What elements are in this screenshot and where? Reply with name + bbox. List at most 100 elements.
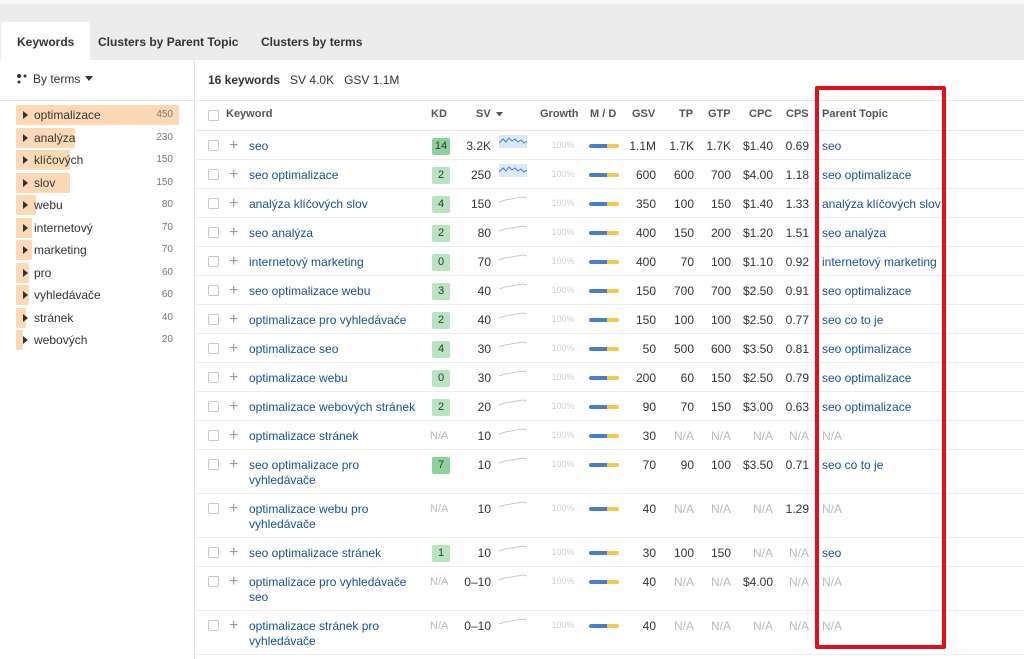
keyword-link[interactable]: seo optimalizace pro vyhledávače <box>249 458 419 488</box>
keyword-link[interactable]: seo <box>249 139 419 154</box>
add-keyword-icon[interactable]: + <box>229 312 238 328</box>
row-checkbox[interactable] <box>208 503 219 514</box>
add-keyword-icon[interactable]: + <box>229 225 238 241</box>
term-label: pro <box>34 265 52 280</box>
parent-topic-link[interactable]: seo optimalizace <box>822 342 911 356</box>
row-checkbox[interactable] <box>208 620 219 631</box>
add-keyword-icon[interactable]: + <box>229 196 238 212</box>
keyword-link[interactable]: optimalizace pro vyhledávače seo <box>249 575 419 605</box>
keyword-link[interactable]: optimalizace pro vyhledávače <box>249 313 419 328</box>
row-checkbox[interactable] <box>208 576 219 587</box>
add-keyword-icon[interactable]: + <box>229 370 238 386</box>
tab-keywords[interactable]: Keywords <box>1 22 91 64</box>
parent-topic-link[interactable]: seo optimalizace <box>822 168 911 182</box>
group-by-dropdown[interactable]: By terms <box>16 72 94 86</box>
trend-sparkline <box>499 254 527 261</box>
sidebar-item-term[interactable]: optimalizace 450 <box>16 105 179 125</box>
keyword-link[interactable]: optimalizace stránek <box>249 429 419 444</box>
tab-clusters-parent-topic[interactable]: Clusters by Parent Topic <box>98 22 238 64</box>
sidebar-item-term[interactable]: analýza 230 <box>16 127 179 148</box>
keyword-link[interactable]: optimalizace webu <box>249 371 419 386</box>
keyword-link[interactable]: seo optimalizace stránek <box>249 546 419 561</box>
parent-topic-link[interactable]: seo optimalizace <box>822 371 911 385</box>
row-checkbox[interactable] <box>208 314 219 325</box>
cell-sv: 30 <box>477 371 491 385</box>
keyword-link[interactable]: optimalizace webových stránek <box>249 400 419 415</box>
col-sv-header[interactable]: SV <box>476 108 503 128</box>
trend-sparkline <box>499 225 527 232</box>
cell-cps: 0.63 <box>785 400 809 414</box>
keyword-link[interactable]: seo analýza <box>249 226 419 241</box>
add-keyword-icon[interactable]: + <box>229 457 238 473</box>
row-checkbox[interactable] <box>208 169 219 180</box>
term-count: 70 <box>161 244 173 255</box>
md-bar <box>589 231 619 235</box>
row-checkbox[interactable] <box>208 547 219 558</box>
keyword-link[interactable]: seo optimalizace <box>249 168 419 183</box>
sidebar-item-term[interactable]: pro 60 <box>16 262 179 283</box>
keyword-link[interactable]: internetový marketing <box>249 255 419 270</box>
row-checkbox[interactable] <box>208 227 219 238</box>
tab-clusters-terms[interactable]: Clusters by terms <box>261 22 362 64</box>
col-gsv-header[interactable]: GSV <box>632 108 655 128</box>
keyword-link[interactable]: optimalizace stránek pro vyhledávače <box>249 619 419 649</box>
col-growth-header[interactable]: Growth <box>540 108 579 128</box>
sidebar-item-term[interactable]: stránek 40 <box>16 307 179 328</box>
divider <box>0 100 195 101</box>
cell-gtp: 200 <box>710 226 731 240</box>
row-checkbox[interactable] <box>208 140 219 151</box>
cell-cps: 1.51 <box>785 226 809 240</box>
parent-topic-link[interactable]: seo optimalizace <box>822 284 911 298</box>
sidebar-item-term[interactable]: internetový 70 <box>16 217 179 238</box>
parent-topic-link[interactable]: analýza klíčových slov <box>822 197 941 211</box>
add-keyword-icon[interactable]: + <box>229 428 238 444</box>
sidebar-item-term[interactable]: marketing 70 <box>16 240 179 260</box>
col-parent-topic-header[interactable]: Parent Topic <box>822 108 888 128</box>
col-cps-header[interactable]: CPS <box>786 108 809 128</box>
add-keyword-icon[interactable]: + <box>229 618 238 634</box>
add-keyword-icon[interactable]: + <box>229 138 238 154</box>
parent-topic-link[interactable]: seo co to je <box>822 458 883 472</box>
row-checkbox[interactable] <box>208 343 219 354</box>
add-keyword-icon[interactable]: + <box>229 574 238 590</box>
row-checkbox[interactable] <box>208 459 219 470</box>
cell-cpc: N/A <box>752 546 773 560</box>
row-checkbox[interactable] <box>208 430 219 441</box>
add-keyword-icon[interactable]: + <box>229 283 238 299</box>
keyword-link[interactable]: optimalizace webu pro vyhledávače <box>249 502 419 532</box>
sidebar-item-term[interactable]: slov 150 <box>16 172 179 193</box>
sidebar-item-term[interactable]: webových 20 <box>16 330 179 350</box>
sidebar-item-term[interactable]: klíčových 150 <box>16 150 179 170</box>
add-keyword-icon[interactable]: + <box>229 254 238 270</box>
sidebar-item-term[interactable]: vyhledávače 60 <box>16 285 179 305</box>
add-keyword-icon[interactable]: + <box>229 167 238 183</box>
col-tp-header[interactable]: TP <box>679 108 693 128</box>
keyword-link[interactable]: optimalizace seo <box>249 342 419 357</box>
parent-topic-link[interactable]: seo optimalizace <box>822 400 911 414</box>
row-checkbox[interactable] <box>208 372 219 383</box>
keyword-link[interactable]: seo optimalizace webu <box>249 284 419 299</box>
sidebar-item-term[interactable]: webu 80 <box>16 195 179 215</box>
parent-topic-link[interactable]: internetový marketing <box>822 255 937 269</box>
col-gtp-header[interactable]: GTP <box>708 108 731 128</box>
add-keyword-icon[interactable]: + <box>229 501 238 517</box>
col-cpc-header[interactable]: CPC <box>749 108 772 128</box>
parent-topic-link[interactable]: seo analýza <box>822 226 886 240</box>
row-checkbox[interactable] <box>208 401 219 412</box>
parent-topic-link[interactable]: seo co to je <box>822 313 883 327</box>
parent-topic-link[interactable]: seo <box>822 139 841 153</box>
add-keyword-icon[interactable]: + <box>229 341 238 357</box>
add-keyword-icon[interactable]: + <box>229 545 238 561</box>
select-all-checkbox[interactable] <box>208 110 219 121</box>
parent-topic-link[interactable]: seo <box>822 546 841 560</box>
col-md-header[interactable]: M / D <box>590 108 616 128</box>
cell-cps: N/A <box>788 429 809 443</box>
add-keyword-icon[interactable]: + <box>229 399 238 415</box>
row-checkbox[interactable] <box>208 256 219 267</box>
row-checkbox[interactable] <box>208 198 219 209</box>
col-keyword-header[interactable]: Keyword <box>226 108 272 128</box>
col-kd-header[interactable]: KD <box>431 108 447 128</box>
row-checkbox[interactable] <box>208 285 219 296</box>
keyword-link[interactable]: analýza klíčových slov <box>249 197 419 212</box>
cell-tp: 100 <box>673 313 694 327</box>
